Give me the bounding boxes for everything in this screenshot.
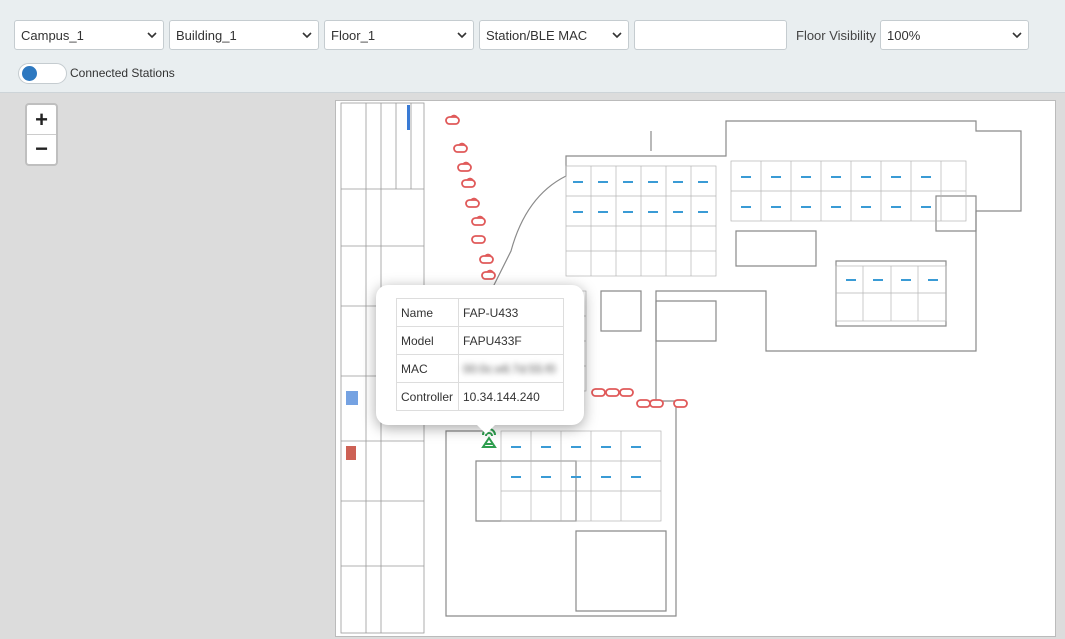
ap-model-value: FAPU433F: [458, 326, 564, 355]
floor-visibility-value: 100%: [887, 27, 921, 43]
toggle-knob: [22, 66, 37, 81]
search-type-select[interactable]: Station/BLE MAC: [479, 20, 629, 50]
table-row: MAC 00:0c:e6:7d:55:f0: [396, 354, 564, 383]
search-type-value: Station/BLE MAC: [486, 27, 588, 43]
ap-model-key: Model: [396, 326, 459, 355]
connected-stations-label: Connected Stations: [70, 66, 175, 80]
table-row: Name FAP-U433: [396, 298, 564, 327]
search-input[interactable]: [634, 20, 787, 50]
ap-info-table: Name FAP-U433 Model FAPU433F MAC 00:0c:e…: [396, 298, 564, 411]
chevron-down-icon: [457, 32, 467, 39]
popup-tip: [476, 424, 496, 434]
floor-select[interactable]: Floor_1: [324, 20, 474, 50]
ap-controller-key: Controller: [396, 382, 459, 411]
ap-name-value: FAP-U433: [458, 298, 564, 327]
zoom-in-button[interactable]: +: [27, 105, 56, 134]
building-select-value: Building_1: [176, 27, 237, 43]
table-row: Controller 10.34.144.240: [396, 382, 564, 411]
ap-controller-value: 10.34.144.240: [458, 382, 564, 411]
chevron-down-icon: [147, 32, 157, 39]
zoom-out-button[interactable]: −: [27, 134, 56, 163]
ap-info-popup: Name FAP-U433 Model FAPU433F MAC 00:0c:e…: [376, 285, 584, 425]
ap-mac-value-text: 00:0c:e6:7d:55:f0: [463, 361, 556, 376]
ap-mac-key: MAC: [396, 354, 459, 383]
chevron-down-icon: [302, 32, 312, 39]
floor-visibility-label: Floor Visibility: [796, 28, 876, 43]
chevron-down-icon: [1012, 32, 1022, 39]
connected-stations-toggle[interactable]: [18, 63, 67, 84]
building-select[interactable]: Building_1: [169, 20, 319, 50]
table-row: Model FAPU433F: [396, 326, 564, 355]
campus-select-value: Campus_1: [21, 27, 84, 43]
chevron-down-icon: [612, 32, 622, 39]
ap-mac-value: 00:0c:e6:7d:55:f0: [458, 354, 564, 383]
ap-name-key: Name: [396, 298, 459, 327]
campus-select[interactable]: Campus_1: [14, 20, 164, 50]
floor-select-value: Floor_1: [331, 27, 376, 43]
filter-toolbar: Campus_1 Building_1 Floor_1 Station/BLE …: [0, 0, 1065, 93]
floor-visibility-select[interactable]: 100%: [880, 20, 1029, 50]
zoom-control: + −: [25, 103, 58, 166]
